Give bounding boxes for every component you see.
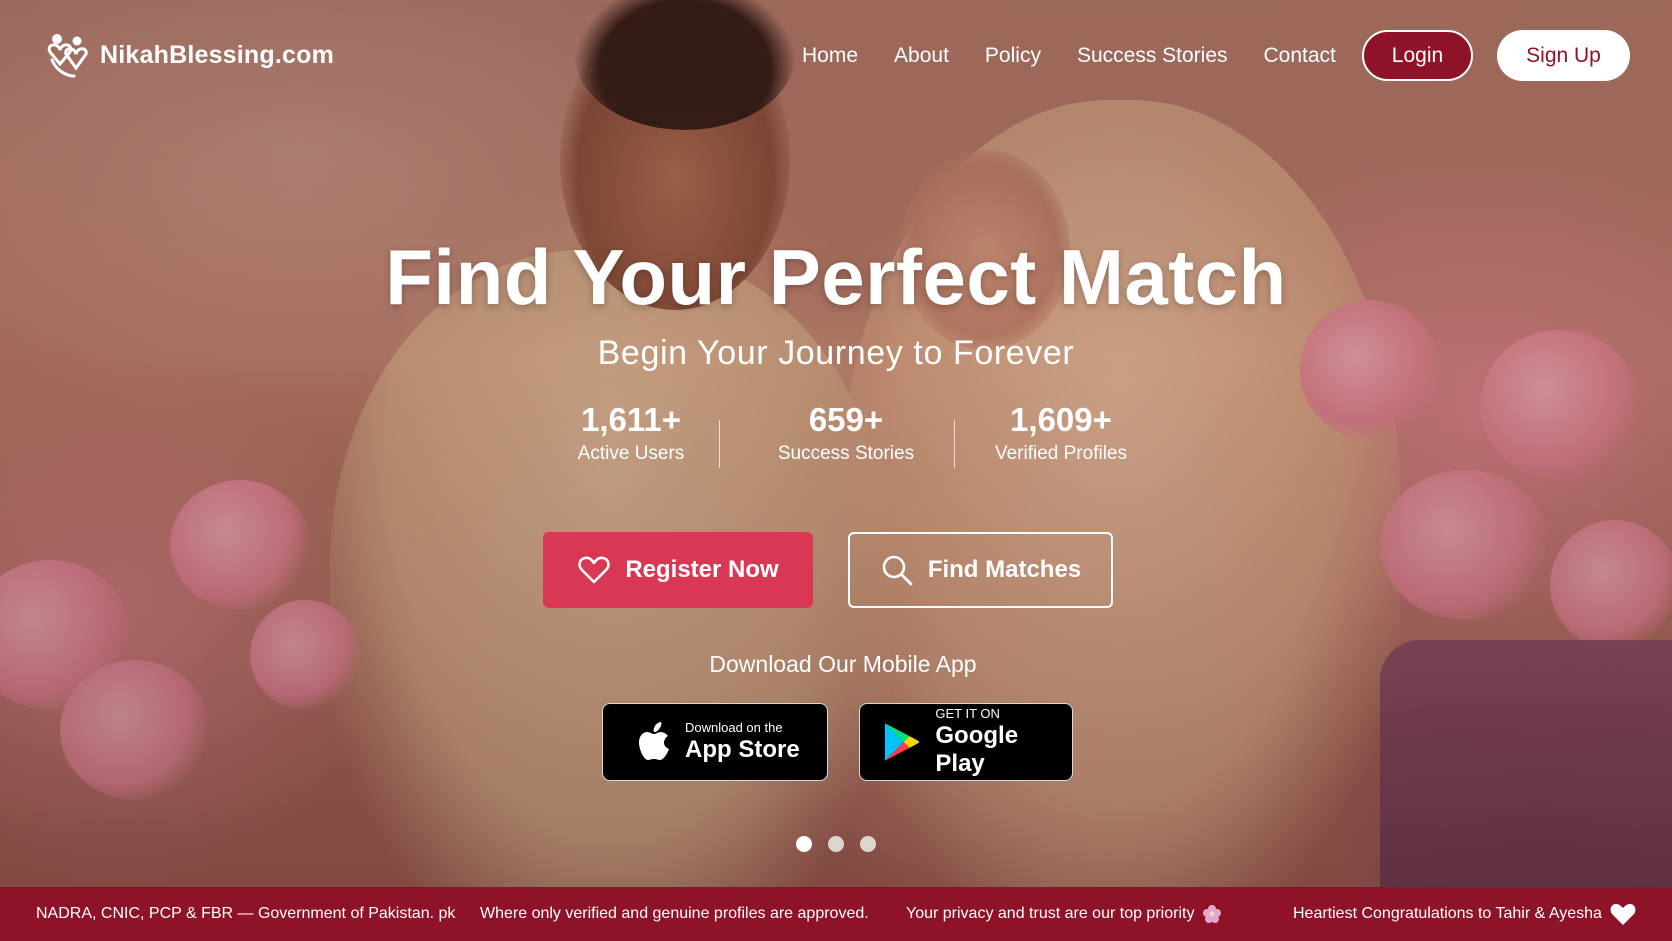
stat-divider: [719, 420, 720, 468]
apple-icon: [639, 722, 669, 760]
ticker-text: Heartiest Congratulations to Tahir & Aye…: [1293, 905, 1602, 922]
ticker-item: Your privacy and trust are our top prior…: [906, 887, 1222, 941]
hero-subtitle: Begin Your Journey to Forever: [597, 334, 1075, 372]
app-store-button[interactable]: Download on the App Store: [602, 703, 828, 781]
google-play-big-text: Google Play: [935, 722, 1019, 777]
stat-label: Verified Profiles: [994, 443, 1127, 464]
stat-value: 1,611+: [580, 401, 682, 438]
brand-name: NikahBlessing.com: [100, 40, 335, 69]
app-store-small-text: Download on the: [685, 720, 783, 735]
stats-row: 1,611+ Active Users 659+ Success Stories…: [536, 400, 1156, 472]
app-store-big-text: App Store: [685, 736, 800, 763]
stat-active-users: 1,611+ Active Users: [536, 400, 726, 472]
stat-value: 659+: [808, 401, 884, 438]
stat-divider: [954, 420, 955, 468]
couple-heart-logo-icon: [47, 34, 88, 78]
register-now-label: Register Now: [625, 556, 779, 583]
google-play-small-text: GET IT ON: [935, 706, 1000, 721]
nav-item-contact[interactable]: Contact: [1264, 42, 1336, 70]
announcement-ticker: NADRA, CNIC, PCP & FBR — Government of P…: [0, 887, 1672, 941]
brand-logo[interactable]: NikahBlessing.com: [44, 32, 334, 78]
stat-label: Success Stories: [777, 443, 915, 464]
google-play-text: GET IT ON Google Play: [935, 706, 1072, 778]
stat-success-stories: 659+ Success Stories: [751, 400, 941, 472]
heart-icon: [1610, 904, 1636, 925]
ticker-text: Where only verified and genuine profiles…: [480, 905, 869, 922]
search-icon: [882, 555, 913, 586]
login-button[interactable]: Login: [1362, 30, 1473, 81]
app-download-heading: Download Our Mobile App: [709, 651, 977, 677]
ticker-item: NADRA, CNIC, PCP & FBR — Government of P…: [36, 887, 455, 941]
heart-icon: [578, 556, 610, 584]
ticker-text: NADRA, CNIC, PCP & FBR — Government of P…: [36, 905, 456, 922]
ticker-item: Heartiest Congratulations to Tahir & Aye…: [1293, 887, 1636, 941]
nav-item-success-stories[interactable]: Success Stories: [1077, 42, 1228, 70]
nav-item-about[interactable]: About: [894, 42, 949, 70]
carousel-dot-3[interactable]: [860, 836, 876, 852]
stat-verified-profiles: 1,609+ Verified Profiles: [966, 400, 1156, 472]
flower-icon: [1203, 905, 1222, 923]
signup-button[interactable]: Sign Up: [1497, 30, 1630, 81]
find-matches-button[interactable]: Find Matches: [848, 532, 1113, 608]
hero-title: Find Your Perfect Match: [385, 233, 1287, 321]
google-play-icon: [884, 723, 920, 761]
stat-label: Active Users: [577, 443, 685, 464]
stat-value: 1,609+: [1010, 401, 1112, 438]
main-nav: Home About Policy Success Stories Contac…: [802, 42, 1336, 70]
ticker-item: Where only verified and genuine profiles…: [480, 887, 869, 941]
google-play-button[interactable]: GET IT ON Google Play: [859, 703, 1073, 781]
nav-item-home[interactable]: Home: [802, 42, 858, 70]
carousel-dot-1[interactable]: [796, 836, 812, 852]
site-header: NikahBlessing.com Home About Policy Succ…: [0, 0, 1672, 110]
find-matches-label: Find Matches: [927, 556, 1082, 583]
carousel-dot-2[interactable]: [828, 836, 844, 852]
app-store-text: Download on the App Store: [685, 720, 800, 764]
carousel-dots: [796, 836, 876, 852]
ticker-text: Your privacy and trust are our top prior…: [906, 905, 1195, 922]
register-now-button[interactable]: Register Now: [543, 532, 813, 608]
nav-item-policy[interactable]: Policy: [985, 42, 1041, 70]
